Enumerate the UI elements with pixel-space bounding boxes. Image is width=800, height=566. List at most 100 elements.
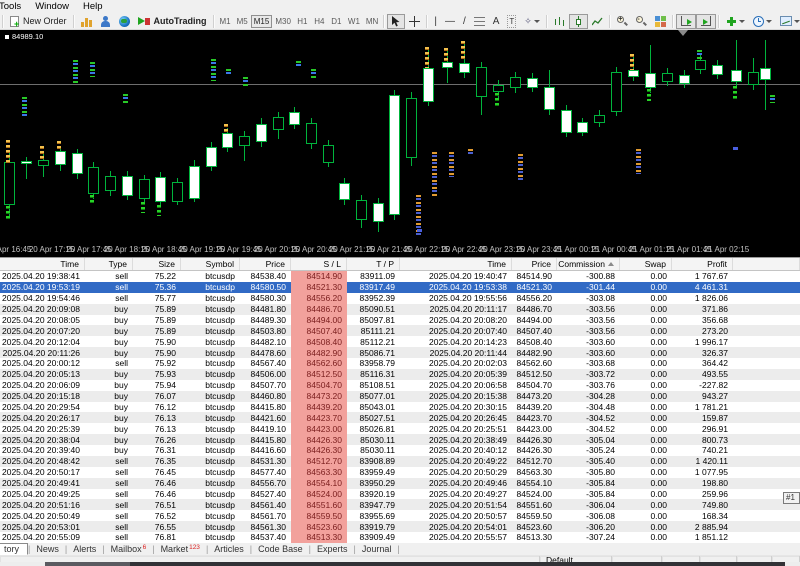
crosshair-button[interactable] bbox=[405, 14, 424, 29]
column-header-tp[interactable]: T / P bbox=[347, 258, 400, 270]
new-order-button[interactable]: + New Order bbox=[6, 14, 71, 29]
table-row[interactable]: 2025.04.20 20:00:12 sell 75.92 btcusdp 84567… bbox=[0, 358, 800, 369]
column-header-sl[interactable]: S / L bbox=[291, 258, 347, 270]
table-row[interactable]: 2025.04.20 20:50:49 sell 76.52 btcusdp 84561… bbox=[0, 510, 800, 522]
tab-alerts[interactable]: Alerts bbox=[67, 544, 102, 554]
navigator-button[interactable] bbox=[115, 14, 134, 29]
column-header-time[interactable]: Time bbox=[0, 258, 85, 270]
column-header-symbol[interactable]: Symbol bbox=[181, 258, 240, 270]
tab-code-base[interactable]: Code Base bbox=[252, 544, 309, 554]
shapes-dropdown-button[interactable]: ✧ bbox=[520, 14, 544, 29]
timeframe-button-h1[interactable]: H1 bbox=[294, 15, 311, 28]
chart-area[interactable]: 84989.10 Apr 16:45 20 Apr 17:15 20 Apr 17:… bbox=[0, 30, 800, 257]
cell-type: buy bbox=[114, 380, 128, 391]
periods-dropdown-button[interactable] bbox=[749, 14, 776, 29]
auto-scroll-button[interactable] bbox=[675, 13, 696, 29]
table-row[interactable]: 2025.04.20 20:12:04 buy 75.90 btcusdp 84482.… bbox=[0, 336, 800, 348]
templates-dropdown-button[interactable] bbox=[776, 14, 800, 29]
cell-price: 84439.20 bbox=[516, 401, 552, 412]
timeframe-button-m15[interactable]: M15 bbox=[250, 14, 273, 28]
timeframe-button-h4[interactable]: H4 bbox=[311, 15, 328, 28]
tab-news[interactable]: News bbox=[30, 544, 65, 554]
table-row[interactable]: 2025.04.20 20:49:25 sell 76.46 btcusdp 84527… bbox=[0, 488, 800, 500]
line-chart-button[interactable] bbox=[588, 14, 607, 29]
cell-time: 2025.04.20 20:49:25 bbox=[2, 488, 80, 499]
menu-item-window[interactable]: Window bbox=[28, 1, 76, 12]
tab-label: Experts bbox=[317, 544, 348, 554]
tab-experts[interactable]: Experts bbox=[311, 544, 354, 554]
table-row[interactable]: 2025.04.20 19:38:41 sell 75.22 btcusdp 84538… bbox=[0, 271, 800, 282]
table-row[interactable]: 2025.04.20 20:26:17 buy 76.13 btcusdp 84421.… bbox=[0, 412, 800, 424]
market-watch-button[interactable] bbox=[96, 14, 115, 29]
chart-profile-button[interactable] bbox=[77, 14, 96, 29]
column-header-commission[interactable]: Commission bbox=[557, 258, 620, 270]
table-row[interactable]: 2025.04.20 19:53:19 sell 75.36 btcusdp 84580… bbox=[0, 281, 800, 293]
table-row[interactable]: 2025.04.20 19:54:46 sell 75.77 btcusdp 84580… bbox=[0, 292, 800, 304]
cell-profit: 356.68 bbox=[702, 314, 728, 325]
chart-shift-marker[interactable] bbox=[678, 30, 688, 36]
cell-blank bbox=[733, 336, 800, 347]
cell-symbol: btcusdp bbox=[205, 445, 235, 456]
table-row[interactable]: 2025.04.20 20:11:26 buy 75.90 btcusdp 84478.… bbox=[0, 347, 800, 358]
zoom-in-button[interactable]: + bbox=[613, 14, 632, 29]
chart-shift-button[interactable] bbox=[695, 13, 716, 29]
horizontal-line-button[interactable]: — bbox=[441, 14, 459, 29]
menu-item-help[interactable]: Help bbox=[76, 1, 110, 12]
trendline-button[interactable]: / bbox=[459, 14, 470, 29]
timeframe-button-w1[interactable]: W1 bbox=[345, 15, 363, 28]
column-header-price[interactable]: Price bbox=[240, 258, 291, 270]
fibonacci-button[interactable] bbox=[470, 14, 489, 29]
table-row[interactable]: 2025.04.20 20:55:09 sell 76.81 btcusdp 84537… bbox=[0, 532, 800, 543]
menu-item-tools[interactable]: Tools bbox=[0, 1, 28, 12]
table-row[interactable]: 2025.04.20 20:09:08 buy 75.89 btcusdp 84481.… bbox=[0, 303, 800, 315]
table-row[interactable]: 2025.04.20 20:39:40 buy 76.31 btcusdp 84416.… bbox=[0, 445, 800, 456]
cell-time: 2025.04.20 20:08:20 bbox=[429, 314, 507, 325]
table-row[interactable]: 2025.04.20 20:53:01 sell 76.55 btcusdp 84561… bbox=[0, 521, 800, 532]
tab-market[interactable]: Market 123 bbox=[155, 544, 206, 554]
table-row[interactable]: 2025.04.20 20:08:05 buy 75.89 btcusdp 84489.… bbox=[0, 314, 800, 326]
timeframe-button-mn[interactable]: MN bbox=[363, 15, 381, 28]
zoom-in-icon: + bbox=[616, 15, 628, 27]
column-header-type[interactable]: Type bbox=[85, 258, 133, 270]
tab-articles[interactable]: Articles bbox=[208, 544, 250, 554]
timeframe-button-m5[interactable]: M5 bbox=[234, 15, 251, 28]
column-header-time[interactable]: Time bbox=[400, 258, 512, 270]
table-row[interactable]: 2025.04.20 20:48:42 sell 76.35 btcusdp 84531… bbox=[0, 455, 800, 467]
label-button[interactable]: T bbox=[503, 14, 520, 29]
table-row[interactable]: 2025.04.20 20:50:17 sell 76.45 btcusdp 84577… bbox=[0, 466, 800, 478]
timeframe-button-d1[interactable]: D1 bbox=[328, 15, 345, 28]
cell-blank bbox=[733, 369, 800, 380]
table-row[interactable]: 2025.04.20 20:25:39 buy 76.13 btcusdp 84419.… bbox=[0, 423, 800, 435]
timeframe-button-m1[interactable]: M1 bbox=[217, 15, 234, 28]
table-row[interactable]: 2025.04.20 20:07:20 buy 75.89 btcusdp 84503.… bbox=[0, 325, 800, 337]
cell-type: buy bbox=[114, 314, 128, 325]
candlestick-chart-button[interactable] bbox=[568, 13, 588, 29]
tile-windows-button[interactable] bbox=[651, 14, 670, 29]
bar-chart-button[interactable] bbox=[550, 14, 569, 29]
table-row[interactable]: 2025.04.20 20:38:04 buy 76.26 btcusdp 84415.… bbox=[0, 434, 800, 445]
table-row[interactable]: 2025.04.20 20:51:16 sell 76.51 btcusdp 84561… bbox=[0, 499, 800, 511]
trade-marker-green bbox=[157, 205, 161, 216]
tab-journal[interactable]: Journal bbox=[356, 544, 398, 554]
tab-tory[interactable]: tory bbox=[0, 543, 29, 555]
autotrading-button[interactable]: AutoTrading bbox=[134, 14, 211, 29]
table-row[interactable]: 2025.04.20 20:06:09 buy 75.94 btcusdp 84507.… bbox=[0, 379, 800, 391]
indicators-dropdown-button[interactable] bbox=[722, 14, 749, 29]
column-header-price[interactable]: Price bbox=[512, 258, 557, 270]
cursor-button[interactable] bbox=[387, 13, 406, 29]
column-header-profit[interactable]: Profit bbox=[672, 258, 733, 270]
column-header-blank[interactable] bbox=[733, 258, 800, 270]
zoom-out-button[interactable]: - bbox=[632, 14, 651, 29]
tab-mailbox[interactable]: Mailbox 6 bbox=[105, 544, 153, 554]
mt4-window: Tools Window Help + New Order AutoTrading … bbox=[0, 0, 800, 566]
vertical-line-button[interactable]: | bbox=[430, 14, 441, 29]
timeframe-button-m30[interactable]: M30 bbox=[272, 15, 294, 28]
table-row[interactable]: 2025.04.20 20:29:54 buy 76.12 btcusdp 84415.… bbox=[0, 401, 800, 413]
table-row[interactable]: 2025.04.20 20:49:41 sell 76.46 btcusdp 84556… bbox=[0, 477, 800, 489]
table-row[interactable]: 2025.04.20 20:05:13 buy 75.93 btcusdp 84506.… bbox=[0, 368, 800, 380]
column-header-size[interactable]: Size bbox=[133, 258, 181, 270]
column-header-swap[interactable]: Swap bbox=[620, 258, 672, 270]
cell-sl: 84551.60 bbox=[291, 499, 347, 511]
table-row[interactable]: 2025.04.20 20:15:18 buy 76.07 btcusdp 84460.… bbox=[0, 390, 800, 402]
text-button[interactable]: A bbox=[489, 14, 504, 29]
